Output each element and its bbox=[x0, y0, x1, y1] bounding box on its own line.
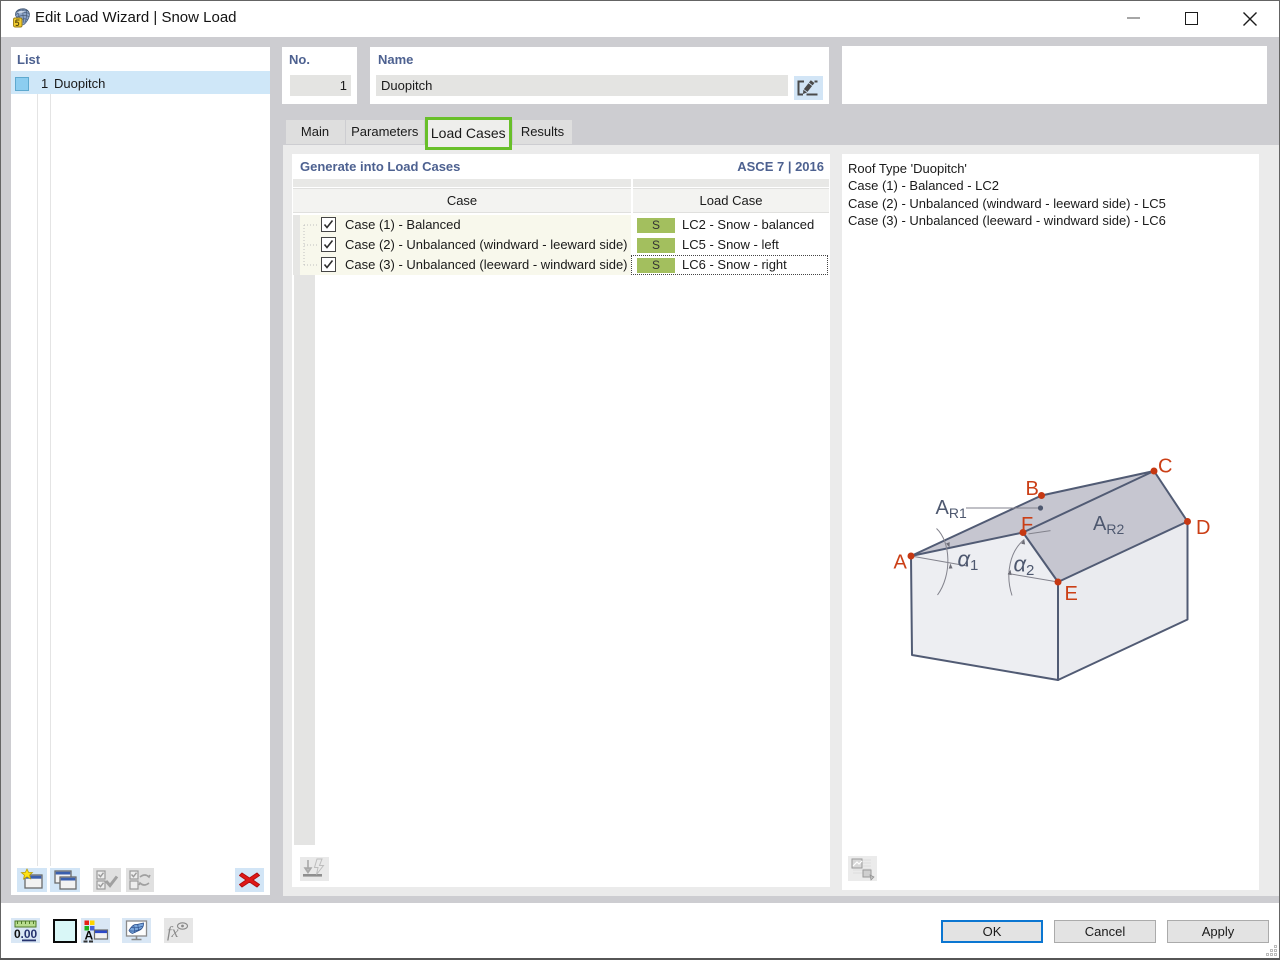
svg-text:B: B bbox=[1026, 478, 1039, 500]
svg-text:A: A bbox=[894, 552, 908, 574]
svg-text:AR1: AR1 bbox=[936, 497, 967, 521]
svg-text:A: A bbox=[85, 929, 94, 943]
svg-text:E: E bbox=[1065, 583, 1078, 605]
svg-text:D: D bbox=[1196, 517, 1210, 539]
svg-text:F: F bbox=[1021, 514, 1033, 536]
svg-text:.00: .00 bbox=[21, 927, 38, 941]
svg-text:fx: fx bbox=[167, 924, 179, 941]
svg-text:C: C bbox=[1158, 456, 1172, 478]
